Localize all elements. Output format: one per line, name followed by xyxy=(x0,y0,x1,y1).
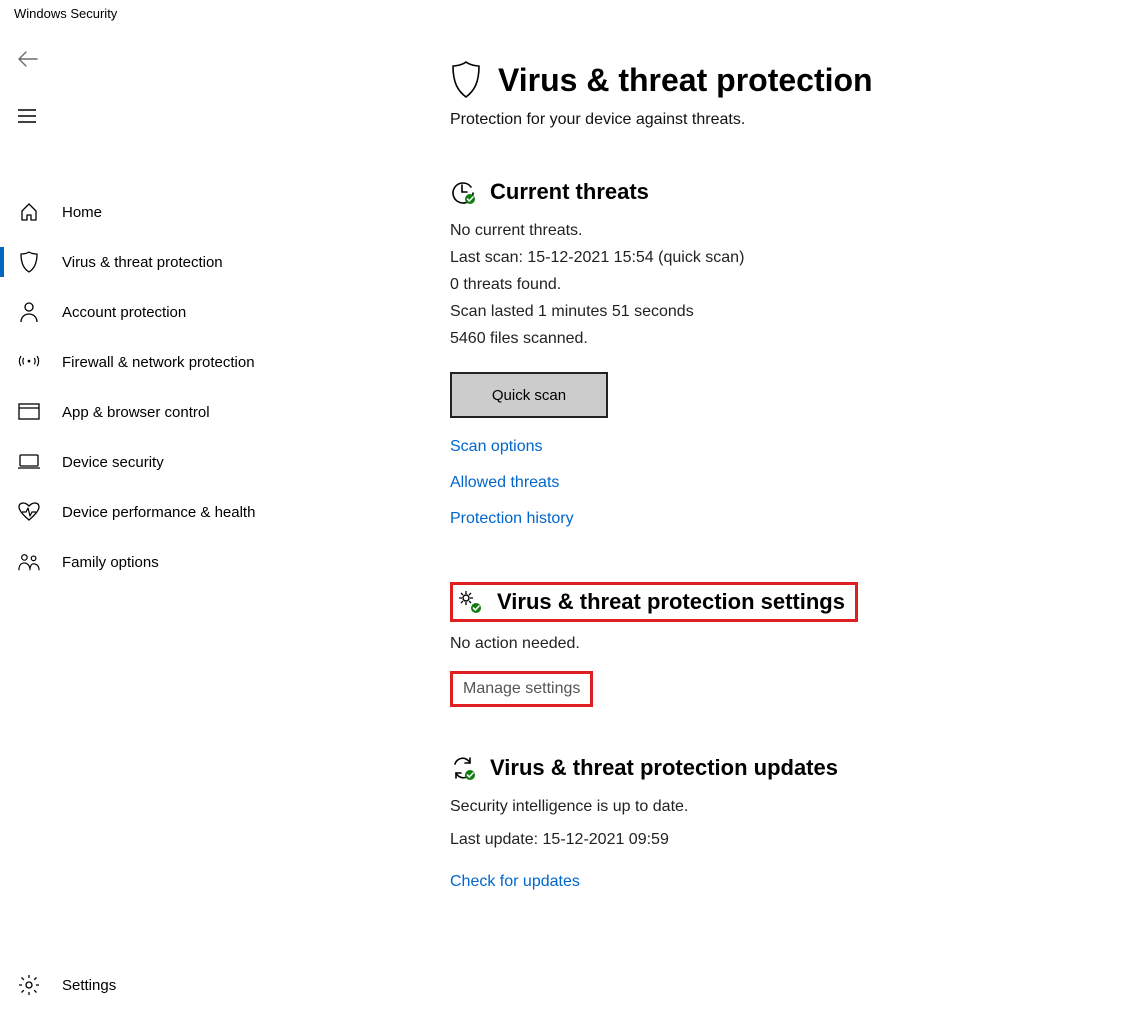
threats-found-text: 0 threats found. xyxy=(450,271,1094,298)
vtp-updates-section: Virus & threat protection updates Securi… xyxy=(450,755,1094,891)
quick-scan-button[interactable]: Quick scan xyxy=(450,372,608,418)
sidebar-item-label: Settings xyxy=(62,977,116,994)
updates-status-icon xyxy=(450,755,476,781)
sidebar-item-label: Device performance & health xyxy=(62,504,255,521)
current-threats-title: Current threats xyxy=(490,179,649,205)
scan-duration-text: Scan lasted 1 minutes 51 seconds xyxy=(450,298,1094,325)
vtp-settings-status: No action needed. xyxy=(450,630,1094,657)
gear-icon xyxy=(18,974,40,996)
settings-status-icon xyxy=(457,589,483,615)
menu-button[interactable] xyxy=(18,109,36,123)
sidebar-item-label: App & browser control xyxy=(62,404,210,421)
current-threats-section: Current threats No current threats. Last… xyxy=(450,179,1094,528)
scan-status-icon xyxy=(450,179,476,205)
vtp-settings-title: Virus & threat protection settings xyxy=(497,589,845,615)
sidebar-item-firewall-network-protection[interactable]: Firewall & network protection xyxy=(0,337,430,387)
home-icon xyxy=(18,202,40,222)
device-icon xyxy=(18,453,40,471)
sidebar-item-settings[interactable]: Settings xyxy=(0,960,430,1010)
no-threats-text: No current threats. xyxy=(450,217,1094,244)
vtp-settings-header-highlight: Virus & threat protection settings xyxy=(450,582,858,622)
sidebar-item-virus-threat-protection[interactable]: Virus & threat protection xyxy=(0,237,430,287)
back-button[interactable] xyxy=(18,51,38,67)
sidebar-item-label: Family options xyxy=(62,554,159,571)
sidebar-item-label: Device security xyxy=(62,454,164,471)
page-subtitle: Protection for your device against threa… xyxy=(450,111,1094,129)
family-icon xyxy=(18,552,40,572)
allowed-threats-link[interactable]: Allowed threats xyxy=(450,474,1094,492)
person-icon xyxy=(18,301,40,323)
sidebar-item-device-security[interactable]: Device security xyxy=(0,437,430,487)
sidebar-item-family-options[interactable]: Family options xyxy=(0,537,430,587)
shield-icon xyxy=(18,251,40,273)
protection-history-link[interactable]: Protection history xyxy=(450,510,1094,528)
shield-large-icon xyxy=(450,61,482,99)
sidebar: Home Virus & threat protection Account p… xyxy=(0,23,430,1022)
sidebar-item-home[interactable]: Home xyxy=(0,187,430,237)
sidebar-item-label: Account protection xyxy=(62,304,186,321)
sidebar-item-account-protection[interactable]: Account protection xyxy=(0,287,430,337)
sidebar-item-label: Firewall & network protection xyxy=(62,354,255,371)
vtp-updates-status: Security intelligence is up to date. xyxy=(450,793,1094,820)
nav-list: Home Virus & threat protection Account p… xyxy=(0,187,430,587)
sidebar-item-device-performance-health[interactable]: Device performance & health xyxy=(0,487,430,537)
manage-settings-link[interactable]: Manage settings xyxy=(450,671,593,707)
sidebar-item-app-browser-control[interactable]: App & browser control xyxy=(0,387,430,437)
heart-icon xyxy=(18,502,40,522)
check-for-updates-link[interactable]: Check for updates xyxy=(450,873,1094,891)
page-title: Virus & threat protection xyxy=(498,62,873,99)
sidebar-item-label: Home xyxy=(62,204,102,221)
arrow-left-icon xyxy=(18,51,38,67)
sidebar-item-label: Virus & threat protection xyxy=(62,254,223,271)
hamburger-icon xyxy=(18,109,36,123)
files-scanned-text: 5460 files scanned. xyxy=(450,325,1094,352)
window-title: Windows Security xyxy=(0,0,1124,23)
vtp-updates-last-update: Last update: 15-12-2021 09:59 xyxy=(450,826,1094,853)
main-content: Virus & threat protection Protection for… xyxy=(430,23,1124,1022)
vtp-settings-section: Virus & threat protection settings No ac… xyxy=(450,582,1094,707)
antenna-icon xyxy=(18,353,40,371)
app-browser-icon xyxy=(18,403,40,421)
last-scan-text: Last scan: 15-12-2021 15:54 (quick scan) xyxy=(450,244,1094,271)
vtp-updates-title: Virus & threat protection updates xyxy=(490,755,838,781)
scan-options-link[interactable]: Scan options xyxy=(450,438,1094,456)
